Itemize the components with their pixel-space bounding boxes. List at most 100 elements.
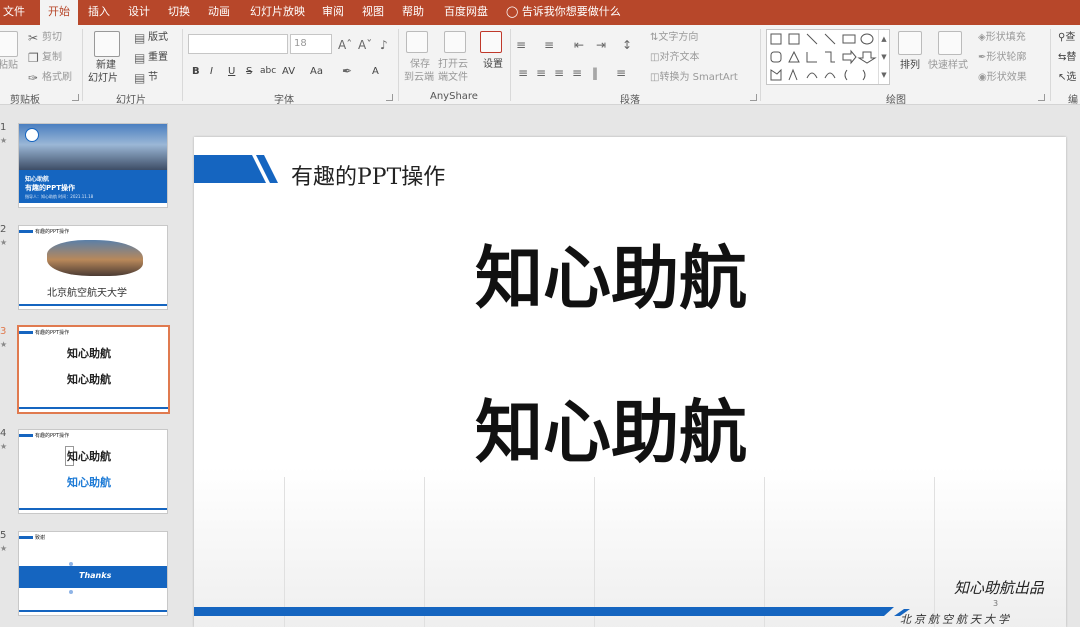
format-painter-button[interactable]: 格式刷 <box>42 71 72 84</box>
slide-thumbnail-1[interactable]: 知心助航 有趣的PPT操作 指导人：知心助航 时间：2021.11.18 <box>18 123 168 208</box>
paste-label[interactable]: 粘贴 <box>0 59 18 72</box>
clipboard-launcher-icon[interactable] <box>72 94 79 101</box>
header-accent-shape <box>194 155 278 183</box>
find-label: 查 <box>1065 32 1076 43</box>
tab-design[interactable]: 设计 <box>128 0 150 25</box>
thumb-line-2: 知心助航 <box>67 373 111 386</box>
new-slide-label-2[interactable]: 幻灯片 <box>88 72 118 85</box>
font-launcher-icon[interactable] <box>386 94 393 101</box>
reset-icon: ▤ <box>134 51 146 65</box>
tab-file[interactable]: 文件 <box>3 0 25 25</box>
drawing-launcher-icon[interactable] <box>1038 94 1045 101</box>
layout-icon: ▤ <box>134 31 146 45</box>
cloud-open-icon[interactable] <box>444 31 466 53</box>
shape-fill-button[interactable]: ◈形状填充 <box>978 31 1026 44</box>
tab-view[interactable]: 视图 <box>362 0 384 25</box>
reset-button[interactable]: 重置 <box>148 51 168 64</box>
arrange-icon[interactable] <box>898 31 922 55</box>
increase-indent-icon[interactable]: ⇥ <box>596 39 606 51</box>
strikethrough-button[interactable]: S <box>246 65 252 78</box>
copy-button[interactable]: 复制 <box>42 51 62 64</box>
main-text-line-2[interactable]: 知心助航 <box>475 389 747 479</box>
slide-canvas[interactable]: 有趣的PPT操作 知心助航 知心助航 知心助航出品 3 北京航空航天大学 <box>194 137 1066 627</box>
paragraph-launcher-icon[interactable] <box>750 94 757 101</box>
slide-thumbnail-3[interactable]: 有趣的PPT操作 知心助航 知心助航 <box>17 325 170 414</box>
slide-title[interactable]: 有趣的PPT操作 <box>291 159 445 191</box>
tab-baidu-pan[interactable]: 百度网盘 <box>444 0 488 25</box>
slide-number: 2 <box>0 224 7 235</box>
shape-outline-button[interactable]: ✒形状轮廓 <box>978 51 1026 64</box>
main-text-line-1[interactable]: 知心助航 <box>475 235 747 325</box>
replace-button[interactable]: ⇆替 <box>1058 51 1076 64</box>
quick-styles-button[interactable]: 快速样式 <box>928 59 968 72</box>
align-right-icon[interactable]: ≡ <box>554 67 564 79</box>
shapes-gallery-scroll[interactable]: ▲ ▼ ▼ <box>878 30 889 84</box>
select-label: 选 <box>1066 72 1077 83</box>
group-label-font: 字体 <box>274 95 294 106</box>
group-label-anyshare: AnyShare <box>430 91 478 102</box>
section-button[interactable]: 节 <box>148 71 158 84</box>
slide-thumbnail-5[interactable]: 致谢 Thanks <box>18 531 168 616</box>
clear-format-icon[interactable]: ♪ <box>380 39 388 51</box>
new-slide-icon[interactable] <box>94 31 120 57</box>
line-spacing-icon[interactable]: ↕ <box>622 39 632 51</box>
align-center-icon[interactable]: ≡ <box>536 67 546 79</box>
shape-effects-button[interactable]: ◉形状效果 <box>978 71 1027 84</box>
open-cloud-label-2[interactable]: 端文件 <box>438 71 468 84</box>
select-button[interactable]: ↖选 <box>1058 71 1076 84</box>
font-family-select[interactable] <box>188 34 288 54</box>
animation-star-icon: ★ <box>0 544 8 553</box>
tab-home[interactable]: 开始 <box>40 0 78 25</box>
thumb-header-bar <box>19 536 33 539</box>
align-left-icon[interactable]: ≡ <box>518 67 528 79</box>
cloud-save-icon[interactable] <box>406 31 428 53</box>
font-color-button[interactable]: A <box>372 65 379 78</box>
underline-button[interactable]: U <box>228 65 235 78</box>
anyshare-settings-button[interactable]: 设置 <box>483 58 503 71</box>
numbering-icon[interactable]: ≡ <box>544 39 554 51</box>
tab-review[interactable]: 审阅 <box>322 0 344 25</box>
arrange-button[interactable]: 排列 <box>900 59 920 72</box>
decrease-indent-icon[interactable]: ⇤ <box>574 39 584 51</box>
save-cloud-label[interactable]: 保存 <box>410 58 430 71</box>
new-slide-label[interactable]: 新建 <box>96 59 116 72</box>
text-shadow-button[interactable]: abc <box>260 65 276 78</box>
save-cloud-label-2[interactable]: 到云端 <box>404 71 434 84</box>
group-separator <box>760 29 761 101</box>
italic-button[interactable]: I <box>210 65 213 78</box>
paste-icon[interactable] <box>0 31 18 57</box>
settings-icon[interactable] <box>480 31 502 53</box>
slide-thumbnail-4[interactable]: 有趣的PPT操作 知心助航 知心助航 <box>18 429 168 514</box>
columns-icon[interactable]: ‖ <box>592 67 598 79</box>
group-separator <box>182 29 183 101</box>
shrink-font-icon[interactable]: Aˇ <box>358 39 372 51</box>
tab-help[interactable]: 帮助 <box>402 0 424 25</box>
grow-font-icon[interactable]: Aˆ <box>338 39 352 51</box>
layout-button[interactable]: 版式 <box>148 31 168 44</box>
find-button[interactable]: ⚲查 <box>1058 31 1075 44</box>
text-direction-button[interactable]: ⇅文字方向 <box>650 31 698 44</box>
floor-plank-line <box>764 477 765 627</box>
align-text-button[interactable]: ◫对齐文本 <box>650 51 699 64</box>
char-spacing-button[interactable]: AV <box>282 65 295 78</box>
smartart-button[interactable]: ◫转换为 SmartArt <box>650 71 738 84</box>
distribute-icon[interactable]: ≡ <box>616 67 626 79</box>
slide-thumbnail-2[interactable]: 有趣的PPT操作 北京航空航天大学 <box>18 225 168 310</box>
tab-transitions[interactable]: 切换 <box>168 0 190 25</box>
open-cloud-label[interactable]: 打开云 <box>438 58 468 71</box>
justify-icon[interactable]: ≡ <box>572 67 582 79</box>
cut-button[interactable]: 剪切 <box>42 31 62 44</box>
shapes-gallery[interactable] <box>766 29 890 85</box>
bold-button[interactable]: B <box>192 65 200 78</box>
font-size-select[interactable]: 18 <box>290 34 332 54</box>
signature-logo: 知心助航出品 <box>954 579 1045 597</box>
highlight-icon[interactable]: ✒ <box>342 65 352 77</box>
bullets-icon[interactable]: ≡ <box>516 39 526 51</box>
tab-animations[interactable]: 动画 <box>208 0 230 25</box>
tab-insert[interactable]: 插入 <box>88 0 110 25</box>
tell-me-box[interactable]: ◯ 告诉我你想要做什么 <box>506 0 621 25</box>
quick-styles-icon[interactable] <box>938 31 962 55</box>
change-case-button[interactable]: Aa <box>310 65 323 78</box>
tab-slideshow[interactable]: 幻灯片放映 <box>250 0 305 25</box>
slide-thumbnail-panel[interactable]: 1 ★ 知心助航 有趣的PPT操作 指导人：知心助航 时间：2021.11.18… <box>0 106 180 623</box>
